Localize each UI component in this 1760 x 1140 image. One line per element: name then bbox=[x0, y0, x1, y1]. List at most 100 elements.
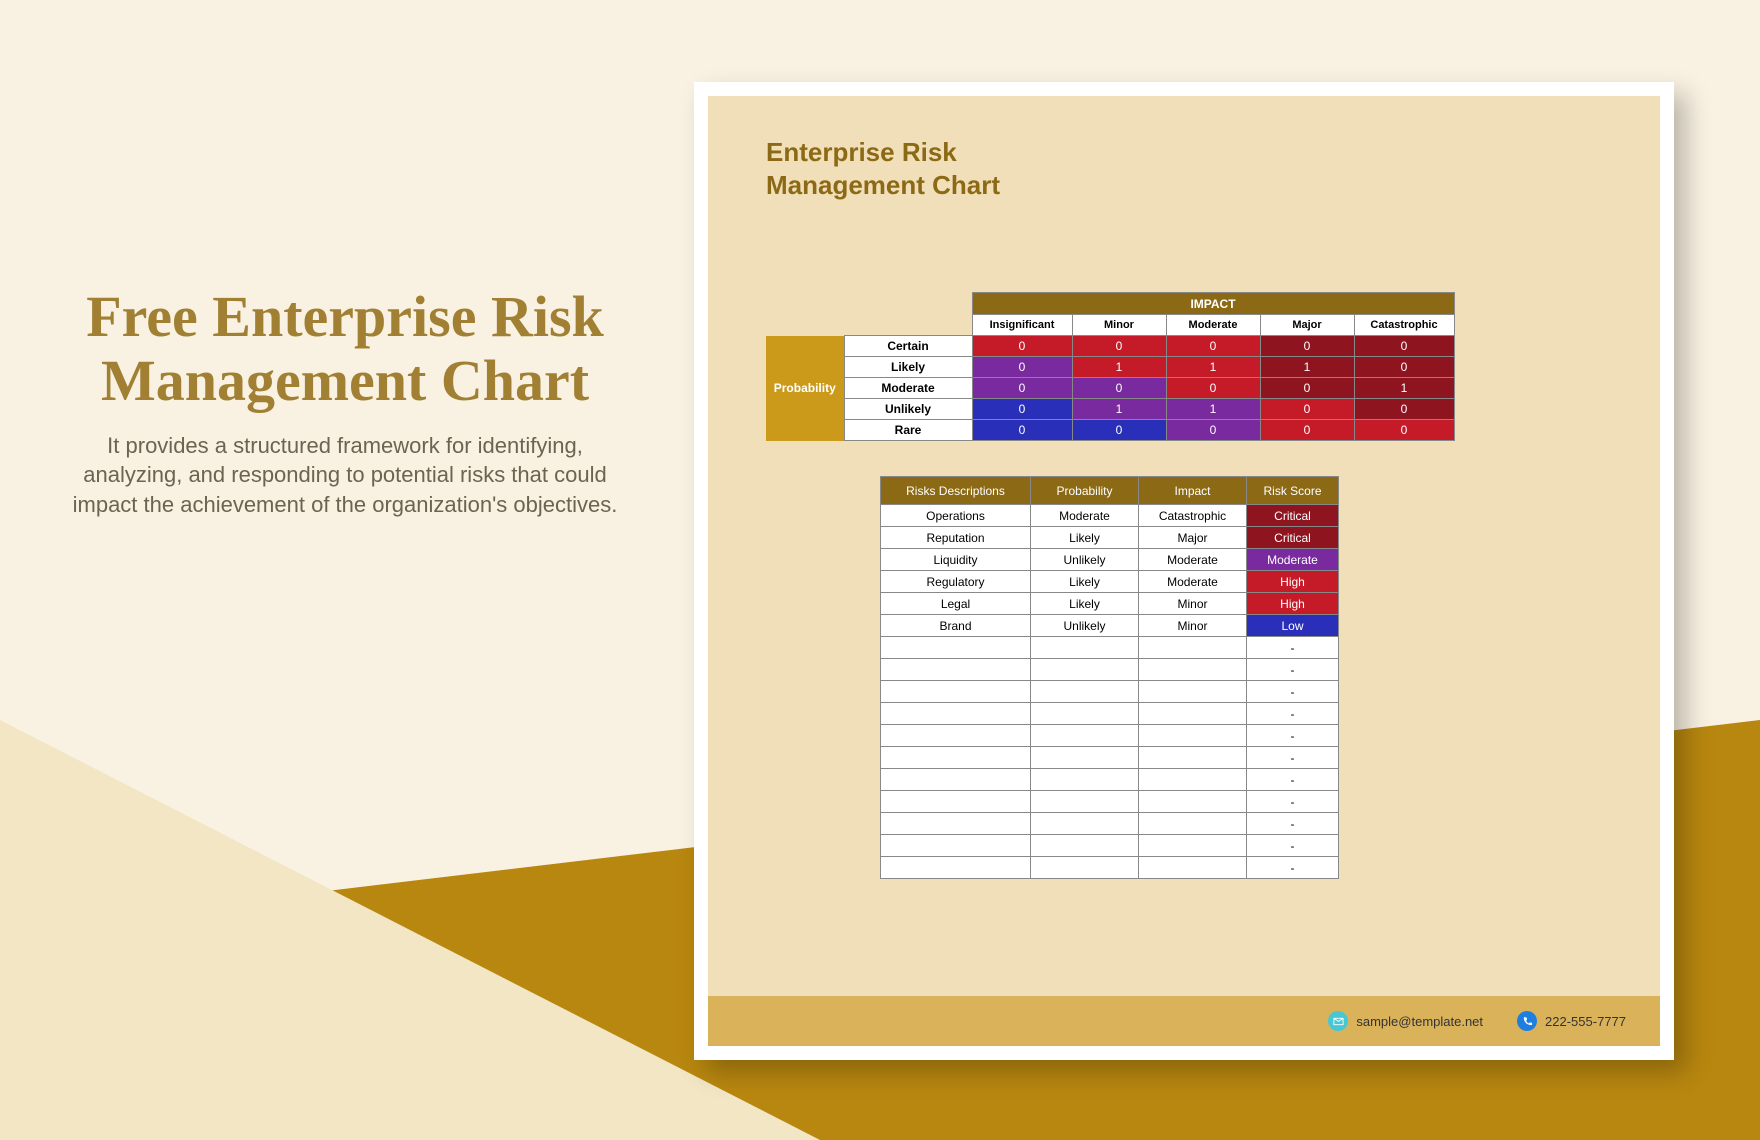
risks-table: Risks Descriptions Probability Impact Ri… bbox=[880, 476, 1339, 879]
risk-cell-empty bbox=[881, 857, 1031, 879]
risk-desc: Reputation bbox=[881, 527, 1031, 549]
impact-col-0: Insignificant bbox=[972, 315, 1072, 336]
matrix-cell: 1 bbox=[1354, 378, 1454, 399]
risk-desc: Regulatory bbox=[881, 571, 1031, 593]
footer-email: sample@template.net bbox=[1328, 1011, 1483, 1031]
matrix-cell: 0 bbox=[1354, 399, 1454, 420]
risk-row-empty: - bbox=[881, 835, 1339, 857]
matrix-cell: 1 bbox=[1072, 357, 1166, 378]
document-footer: sample@template.net 222-555-7777 bbox=[708, 996, 1660, 1046]
footer-phone: 222-555-7777 bbox=[1517, 1011, 1626, 1031]
document-title-line1: Enterprise Risk bbox=[766, 137, 957, 167]
risk-cell-empty bbox=[1031, 769, 1139, 791]
risk-impact: Major bbox=[1139, 527, 1247, 549]
risk-cell-empty bbox=[1139, 813, 1247, 835]
risk-score: High bbox=[1247, 571, 1339, 593]
risk-cell-empty bbox=[1031, 791, 1139, 813]
risk-cell-empty bbox=[1031, 835, 1139, 857]
risk-cell-empty bbox=[1031, 813, 1139, 835]
risk-cell-empty bbox=[1031, 857, 1139, 879]
risk-row-empty: - bbox=[881, 747, 1339, 769]
risk-cell-empty bbox=[1139, 725, 1247, 747]
impact-col-4: Catastrophic bbox=[1354, 315, 1454, 336]
matrix-row: ProbabilityCertain00000 bbox=[766, 336, 1454, 357]
matrix-row: Likely01110 bbox=[766, 357, 1454, 378]
risk-score: High bbox=[1247, 593, 1339, 615]
risks-header-imp: Impact bbox=[1139, 477, 1247, 505]
matrix-cell: 0 bbox=[1260, 399, 1354, 420]
risk-score-empty: - bbox=[1247, 813, 1339, 835]
risk-cell-empty bbox=[881, 835, 1031, 857]
risk-score-empty: - bbox=[1247, 769, 1339, 791]
marketing-panel: Free Enterprise Risk Management Chart It… bbox=[50, 285, 640, 520]
risk-cell-empty bbox=[881, 659, 1031, 681]
risk-prob: Likely bbox=[1031, 593, 1139, 615]
footer-email-text: sample@template.net bbox=[1356, 1014, 1483, 1029]
risk-desc: Operations bbox=[881, 505, 1031, 527]
matrix-row: Moderate00001 bbox=[766, 378, 1454, 399]
matrix-cell: 0 bbox=[1354, 336, 1454, 357]
risk-desc: Brand bbox=[881, 615, 1031, 637]
probability-level: Moderate bbox=[844, 378, 972, 399]
risk-cell-empty bbox=[1139, 747, 1247, 769]
matrix-cell: 0 bbox=[972, 378, 1072, 399]
risk-score-empty: - bbox=[1247, 791, 1339, 813]
risk-cell-empty bbox=[1139, 637, 1247, 659]
matrix-cell: 0 bbox=[972, 399, 1072, 420]
risk-row-empty: - bbox=[881, 725, 1339, 747]
risk-cell-empty bbox=[1031, 659, 1139, 681]
risk-score-empty: - bbox=[1247, 725, 1339, 747]
matrix-cell: 0 bbox=[972, 357, 1072, 378]
risk-cell-empty bbox=[1139, 791, 1247, 813]
page-subtitle: It provides a structured framework for i… bbox=[50, 431, 640, 520]
risk-row-empty: - bbox=[881, 659, 1339, 681]
risk-cell-empty bbox=[1139, 659, 1247, 681]
risk-score-empty: - bbox=[1247, 681, 1339, 703]
matrix-cell: 0 bbox=[1260, 378, 1354, 399]
risk-cell-empty bbox=[881, 681, 1031, 703]
risk-cell-empty bbox=[1139, 857, 1247, 879]
matrix-cell: 0 bbox=[1354, 357, 1454, 378]
matrix-cell: 0 bbox=[1260, 420, 1354, 441]
risk-cell-empty bbox=[1139, 681, 1247, 703]
impact-col-3: Major bbox=[1260, 315, 1354, 336]
risk-cell-empty bbox=[1031, 637, 1139, 659]
risk-impact: Moderate bbox=[1139, 549, 1247, 571]
document-title-line2: Management Chart bbox=[766, 170, 1000, 200]
risk-score: Low bbox=[1247, 615, 1339, 637]
risk-row: OperationsModerateCatastrophicCritical bbox=[881, 505, 1339, 527]
risk-row: BrandUnlikelyMinorLow bbox=[881, 615, 1339, 637]
probability-level: Unlikely bbox=[844, 399, 972, 420]
probability-level: Rare bbox=[844, 420, 972, 441]
risk-score-empty: - bbox=[1247, 835, 1339, 857]
risks-header-desc: Risks Descriptions bbox=[881, 477, 1031, 505]
probability-level: Likely bbox=[844, 357, 972, 378]
impact-col-1: Minor bbox=[1072, 315, 1166, 336]
probability-header: Probability bbox=[766, 336, 844, 441]
risk-cell-empty bbox=[881, 791, 1031, 813]
probability-level: Certain bbox=[844, 336, 972, 357]
risk-score-empty: - bbox=[1247, 857, 1339, 879]
phone-icon bbox=[1517, 1011, 1537, 1031]
risk-row-empty: - bbox=[881, 769, 1339, 791]
risk-row: LiquidityUnlikelyModerateModerate bbox=[881, 549, 1339, 571]
risk-cell-empty bbox=[881, 813, 1031, 835]
risk-row: RegulatoryLikelyModerateHigh bbox=[881, 571, 1339, 593]
risk-score-empty: - bbox=[1247, 747, 1339, 769]
risk-score: Critical bbox=[1247, 505, 1339, 527]
email-icon bbox=[1328, 1011, 1348, 1031]
template-preview: Enterprise Risk Management Chart IMPACT … bbox=[694, 82, 1674, 1060]
risk-impact: Moderate bbox=[1139, 571, 1247, 593]
risk-cell-empty bbox=[881, 637, 1031, 659]
risk-cell-empty bbox=[1031, 681, 1139, 703]
risk-prob: Moderate bbox=[1031, 505, 1139, 527]
matrix-cell: 0 bbox=[972, 336, 1072, 357]
impact-col-2: Moderate bbox=[1166, 315, 1260, 336]
risk-score: Moderate bbox=[1247, 549, 1339, 571]
matrix-cell: 0 bbox=[1166, 378, 1260, 399]
risk-desc: Liquidity bbox=[881, 549, 1031, 571]
risk-prob: Unlikely bbox=[1031, 615, 1139, 637]
matrix-cell: 1 bbox=[1072, 399, 1166, 420]
risk-cell-empty bbox=[881, 769, 1031, 791]
matrix-cell: 0 bbox=[1072, 420, 1166, 441]
